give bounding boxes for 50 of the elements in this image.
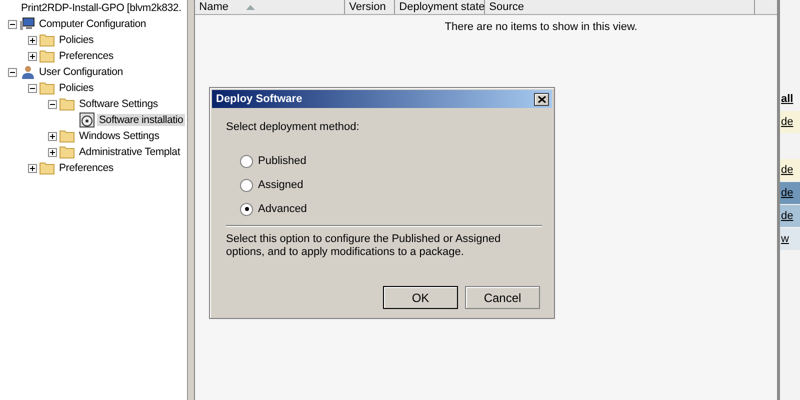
radio-button[interactable]	[240, 202, 253, 216]
expand-icon[interactable]	[28, 36, 37, 44]
column-header[interactable]: Deployment state	[395, 0, 486, 14]
tree-item[interactable]: Computer Configuration	[37, 18, 148, 30]
collapse-icon[interactable]	[48, 100, 57, 108]
tree-item[interactable]: User Configuration	[37, 66, 125, 78]
folder-icon	[59, 129, 75, 143]
tree-item[interactable]: Print2RDP-Install-GPO [blvm2k832.	[19, 2, 184, 14]
folder-icon	[59, 97, 75, 111]
tree-item[interactable]: Preferences	[57, 162, 116, 174]
expand-icon[interactable]	[48, 132, 57, 140]
user-icon	[19, 65, 35, 79]
collapse-icon[interactable]	[8, 68, 17, 76]
folder-icon	[39, 33, 55, 47]
column-header[interactable]: Source	[485, 0, 756, 14]
folder-icon	[59, 145, 75, 159]
expand-icon[interactable]	[28, 164, 37, 172]
folder-icon	[39, 81, 55, 95]
option-label[interactable]: Published	[258, 155, 306, 167]
action-link[interactable]: all	[780, 93, 794, 105]
column-header[interactable]: Version	[345, 0, 396, 14]
prompt-text: Select deployment method:	[226, 121, 360, 133]
close-icon	[538, 96, 546, 102]
tree-item[interactable]: Software Settings	[77, 98, 160, 110]
collapse-icon[interactable]	[8, 20, 17, 28]
folder-icon	[39, 161, 55, 175]
expand-icon[interactable]	[28, 52, 37, 60]
tree-item[interactable]: Administrative Templat	[77, 146, 182, 158]
tree-item[interactable]: Policies	[57, 82, 96, 94]
pane-splitter[interactable]	[187, 0, 196, 400]
radio-button[interactable]	[240, 178, 253, 192]
tree-item[interactable]: Preferences	[57, 50, 116, 62]
sort-icon	[246, 4, 256, 10]
tree-item[interactable]: Policies	[57, 34, 96, 46]
radio-button[interactable]	[240, 154, 253, 168]
dialog-title: Deploy Software	[216, 93, 302, 105]
ok-button[interactable]: OK	[383, 286, 458, 309]
description-text: Select this option to configure the Published or Assigned options, and to apply modifications to a package.	[226, 233, 502, 259]
tree-item[interactable]: Windows Settings	[77, 130, 162, 142]
expand-icon[interactable]	[48, 148, 57, 156]
empty-message: There are no items to show in this view.	[444, 21, 638, 33]
option-label[interactable]: Assigned	[258, 179, 304, 191]
option-label[interactable]: Advanced	[258, 203, 307, 215]
close-button[interactable]	[534, 92, 549, 106]
column-header[interactable]: Name	[195, 0, 346, 14]
folder-icon	[39, 49, 55, 63]
computer-icon	[19, 17, 35, 31]
tree-item[interactable]: Software installatio	[97, 114, 186, 126]
collapse-icon[interactable]	[28, 84, 37, 92]
cancel-button[interactable]: Cancel	[465, 286, 540, 309]
